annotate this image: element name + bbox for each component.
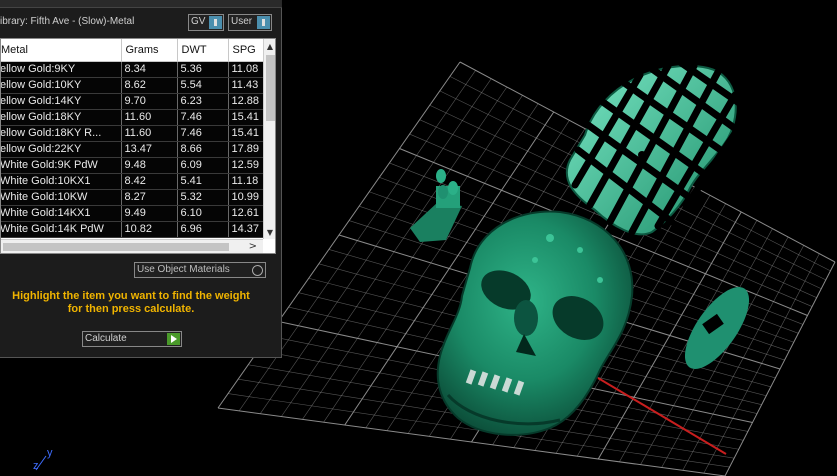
- table-cell: White Gold:9K PdW: [1, 157, 122, 174]
- column-header-metal[interactable]: Metal: [1, 39, 122, 62]
- table-row[interactable]: ellow Gold:22KY 13.47 8.66 17.89: [1, 141, 265, 158]
- table-row[interactable]: ellow Gold:10KY 8.62 5.54 11.43: [1, 77, 265, 94]
- column-header-dwt[interactable]: DWT: [177, 39, 229, 62]
- use-object-materials-label: Use Object Materials: [137, 264, 230, 275]
- table-cell: 5.41: [177, 173, 229, 190]
- table-cell: 11.60: [121, 109, 178, 126]
- column-header-grams[interactable]: Grams: [121, 39, 178, 62]
- skull-cap-part[interactable]: [565, 58, 746, 236]
- small-part[interactable]: [410, 169, 462, 242]
- table-cell: ellow Gold:18KY R...: [1, 125, 122, 142]
- table-cell: White Gold:14KX1: [1, 205, 122, 222]
- table-cell: 6.23: [177, 93, 229, 110]
- table-cell: 12.88: [228, 93, 265, 110]
- table-cell: ellow Gold:22KY: [1, 141, 122, 158]
- table-cell: 12.59: [228, 157, 265, 174]
- calculate-label: Calculate: [85, 333, 127, 344]
- table-cell: White Gold:10KW: [1, 189, 122, 206]
- table-cell: 5.54: [177, 77, 229, 94]
- gv-dropdown-button[interactable]: [209, 16, 222, 29]
- table-cell: 6.10: [177, 205, 229, 222]
- table-cell: 12.61: [228, 205, 265, 222]
- instruction-line-1: Highlight the item you want to find the …: [12, 290, 250, 302]
- instruction-line-2: for then press calculate.: [67, 303, 195, 315]
- table-row[interactable]: White Gold:9K PdW 9.48 6.09 12.59: [1, 157, 265, 174]
- weight-calculator-panel: ibrary: Fifth Ave - (Slow)-Metal GV User…: [0, 0, 282, 358]
- table-cell: 9.70: [121, 93, 178, 110]
- horizontal-scroll-thumb[interactable]: [3, 243, 229, 251]
- table-cell: White Gold:14K PdW: [1, 221, 122, 238]
- table-cell: 5.36: [177, 61, 229, 78]
- table-cell: ellow Gold:18KY: [1, 109, 122, 126]
- table-cell: 7.46: [177, 109, 229, 126]
- table-cell: 9.49: [121, 205, 178, 222]
- table-body: ellow Gold:9KY 8.34 5.36 11.08 ellow Gold:10…: [1, 61, 265, 238]
- table-cell: 11.43: [228, 77, 265, 94]
- table-cell: 15.41: [228, 109, 265, 126]
- table-cell: 11.18: [228, 173, 265, 190]
- table-cell: 13.47: [121, 141, 178, 158]
- table-row[interactable]: ellow Gold:9KY 8.34 5.36 11.08: [1, 61, 265, 78]
- table-row[interactable]: White Gold:10KX1 8.42 5.41 11.18: [1, 173, 265, 190]
- table-cell: 8.66: [177, 141, 229, 158]
- gv-dropdown[interactable]: GV: [188, 14, 224, 31]
- grid-line: [703, 253, 820, 474]
- table-cell: 10.99: [228, 189, 265, 206]
- table-cell: 8.62: [121, 77, 178, 94]
- scroll-right-icon[interactable]: >: [249, 240, 257, 253]
- table-cell: 11.60: [121, 125, 178, 142]
- table-cell: 11.08: [228, 61, 265, 78]
- table-cell: ellow Gold:9KY: [1, 61, 122, 78]
- table-cell: 7.46: [177, 125, 229, 142]
- table-row[interactable]: ellow Gold:18KY 11.60 7.46 15.41: [1, 109, 265, 126]
- panel-top-bar: [0, 0, 282, 8]
- table-cell: 15.41: [228, 125, 265, 142]
- table-header: Metal Grams DWT SPG: [1, 39, 265, 62]
- column-header-spg[interactable]: SPG: [228, 39, 265, 62]
- axis-label-y: y: [47, 447, 53, 459]
- radio-icon[interactable]: [252, 265, 263, 276]
- scroll-down-icon[interactable]: ▼: [264, 227, 275, 239]
- table-cell: 17.89: [228, 141, 265, 158]
- table-row[interactable]: White Gold:14KX1 9.49 6.10 12.61: [1, 205, 265, 222]
- table-cell: 8.42: [121, 173, 178, 190]
- x-axis-line: [597, 377, 727, 455]
- user-dropdown-button[interactable]: [257, 16, 270, 29]
- gv-label: GV: [191, 16, 206, 27]
- table-row[interactable]: ellow Gold:14KY 9.70 6.23 12.88: [1, 93, 265, 110]
- metal-table[interactable]: Metal Grams DWT SPG ellow Gold:9KY 8.34 5.…: [0, 38, 276, 254]
- user-dropdown[interactable]: User: [228, 14, 272, 31]
- play-icon[interactable]: [167, 333, 180, 345]
- horizontal-scrollbar[interactable]: >: [1, 239, 263, 253]
- skull-model[interactable]: [436, 210, 634, 436]
- table-row[interactable]: ellow Gold:18KY R... 11.60 7.46 15.41: [1, 125, 265, 142]
- table-cell: ellow Gold:10KY: [1, 77, 122, 94]
- user-label: User: [231, 16, 253, 27]
- table-cell: 8.34: [121, 61, 178, 78]
- instruction-text: Highlight the item you want to find the …: [0, 290, 262, 316]
- table-cell: 6.96: [177, 221, 229, 238]
- table-cell: ellow Gold:14KY: [1, 93, 122, 110]
- vertical-scrollbar[interactable]: ▲ ▼: [263, 39, 275, 239]
- table-cell: 8.27: [121, 189, 178, 206]
- vertical-scroll-thumb[interactable]: [266, 55, 275, 121]
- calculate-button[interactable]: Calculate: [82, 331, 182, 347]
- table-cell: White Gold:10KX1: [1, 173, 122, 190]
- library-title: ibrary: Fifth Ave - (Slow)-Metal: [0, 16, 135, 27]
- table-cell: 6.09: [177, 157, 229, 174]
- scroll-up-icon[interactable]: ▲: [264, 41, 275, 53]
- axis-label-z: z: [33, 460, 39, 472]
- table-cell: 14.37: [228, 221, 265, 238]
- table-row[interactable]: White Gold:10KW 8.27 5.32 10.99: [1, 189, 265, 206]
- table-cell: 10.82: [121, 221, 178, 238]
- table-row[interactable]: White Gold:14K PdW 10.82 6.96 14.37: [1, 221, 265, 238]
- table-cell: 9.48: [121, 157, 178, 174]
- table-cell: 5.32: [177, 189, 229, 206]
- use-object-materials-toggle[interactable]: Use Object Materials: [134, 262, 266, 278]
